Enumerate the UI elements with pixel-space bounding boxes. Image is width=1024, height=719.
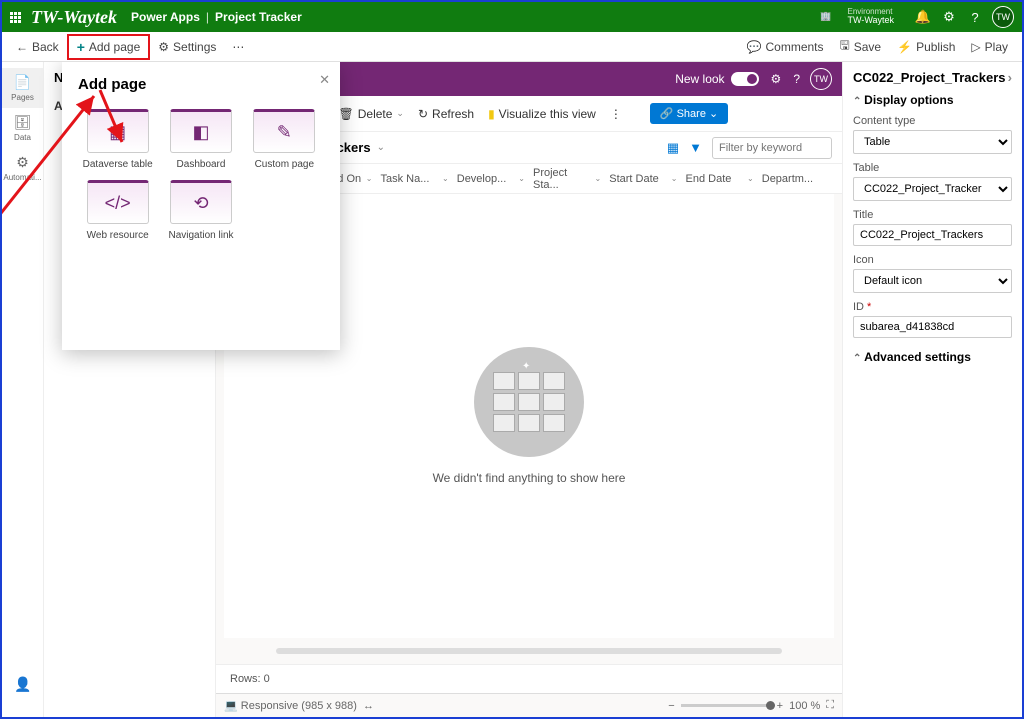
help-icon[interactable]: ? (962, 10, 988, 25)
gear-icon[interactable]: ⚙ (936, 9, 962, 25)
refresh-button[interactable]: ↻ Refresh (418, 107, 474, 121)
col-header[interactable]: Start Date⌄ (605, 173, 681, 185)
icon-select[interactable]: Default icon (853, 269, 1012, 293)
publish-button[interactable]: ⚡ Publish (889, 36, 963, 58)
status-bar: 💻 Responsive (985 x 988) ↔ −+ 100 % ⛶ (216, 693, 842, 717)
left-rail: 📄Pages 🗄Data ⚙Automati... (2, 62, 44, 717)
rail-pages[interactable]: 📄Pages (2, 68, 43, 108)
brand-logo: TW-Waytek (31, 7, 117, 28)
project-name: Project Tracker (215, 10, 302, 24)
props-expand-icon[interactable]: › (1008, 70, 1012, 85)
new-look-label: New look (675, 72, 724, 86)
close-icon[interactable]: ✕ (319, 72, 330, 88)
option-dashboard[interactable]: ◧Dashboard (161, 109, 240, 170)
option-navigation-link[interactable]: ⟲Navigation link (161, 180, 240, 241)
environment-picker[interactable]: 🏢 (820, 12, 831, 22)
advanced-settings-accordion[interactable]: Advanced settings (853, 350, 1012, 364)
col-header[interactable]: Task Na...⌄ (377, 173, 453, 185)
col-header[interactable]: Project Sta...⌄ (529, 167, 605, 191)
responsive-label: Responsive (985 x 988) (241, 700, 357, 712)
rail-data[interactable]: 🗄Data (2, 108, 43, 148)
settings-button[interactable]: ⚙Settings (150, 36, 224, 58)
suite-app: Power Apps (131, 10, 200, 24)
horizontal-scrollbar[interactable] (276, 648, 782, 654)
app-avatar[interactable]: TW (810, 68, 832, 90)
new-look-toggle[interactable] (731, 72, 759, 86)
command-bar: ← Back +Add page ⚙Settings ⋯ 💬 Comments … (2, 32, 1022, 62)
title-label: Title (853, 209, 1012, 221)
avatar[interactable]: TW (992, 6, 1014, 28)
fit-page-icon[interactable]: ⛶ (826, 699, 834, 712)
share-button[interactable]: 🔗 Share ⌄ (650, 103, 728, 124)
display-options-accordion[interactable]: Display options (853, 93, 1012, 107)
rail-automation[interactable]: ⚙Automati... (2, 148, 43, 188)
device-icon[interactable]: 💻 (224, 699, 238, 712)
empty-state-text: We didn't find anything to show here (433, 471, 626, 485)
icon-label: Icon (853, 254, 1012, 266)
col-header[interactable]: Develop...⌄ (453, 173, 529, 185)
popup-title: Add page (78, 76, 324, 93)
keyword-filter-input[interactable] (712, 137, 832, 159)
add-page-popup: ✕ Add page ▦Dataverse table ◧Dashboard ✎… (62, 62, 340, 350)
visualize-button[interactable]: ▮ Visualize this view (488, 107, 596, 121)
web-resource-icon: </> (87, 180, 149, 224)
title-input[interactable] (853, 224, 1012, 246)
col-header[interactable]: Departm... (758, 173, 834, 185)
environment-label[interactable]: Environment TW-Waytek (848, 8, 895, 27)
automation-icon: ⚙ (16, 154, 29, 171)
app-gear-icon[interactable]: ⚙ (771, 72, 782, 86)
zoom-control[interactable]: −+ 100 % ⛶ (668, 699, 834, 712)
id-label: ID (853, 301, 1012, 313)
content-type-select[interactable]: Table (853, 130, 1012, 154)
dashboard-icon: ◧ (170, 109, 232, 153)
play-button[interactable]: ▷ Play (963, 36, 1016, 58)
empty-state-illustration: ✦ (474, 347, 584, 457)
data-icon: 🗄 (14, 114, 32, 131)
option-web-resource[interactable]: </>Web resource (78, 180, 157, 241)
add-page-button[interactable]: +Add page (67, 34, 151, 60)
bell-icon[interactable]: 🔔 (910, 9, 936, 25)
option-dataverse-table[interactable]: ▦Dataverse table (78, 109, 157, 170)
custom-page-icon: ✎ (253, 109, 315, 153)
content-type-label: Content type (853, 115, 1012, 127)
more-button[interactable]: ⋯ (224, 36, 252, 58)
option-custom-page[interactable]: ✎Custom page (245, 109, 324, 170)
table-select[interactable]: CC022_Project_Tracker (853, 177, 1012, 201)
properties-panel: CC022_Project_Trackers› Display options … (842, 62, 1022, 717)
props-title: CC022_Project_Trackers› (853, 70, 1012, 85)
save-button[interactable]: 🖫 Save (832, 36, 890, 58)
delete-button[interactable]: 🗑 Delete ⌄ (339, 107, 404, 121)
row-count: Rows: 0 (216, 664, 842, 693)
suite-header: TW-Waytek Power Apps | Project Tracker 🏢… (2, 2, 1022, 32)
page-icon: 📄 (14, 74, 31, 91)
back-button[interactable]: ← Back (8, 36, 67, 58)
id-input[interactable] (853, 316, 1012, 338)
edit-columns-icon[interactable]: ▦ (667, 140, 679, 156)
toolbar-more[interactable]: ⋮ (610, 107, 622, 121)
waffle-icon[interactable] (10, 12, 21, 23)
fit-icon[interactable]: ↔ (363, 700, 374, 712)
user-settings-icon[interactable]: 👤 (2, 676, 44, 693)
col-header[interactable]: End Date⌄ (682, 173, 758, 185)
filter-icon[interactable]: ▼ (689, 140, 702, 155)
app-help-icon[interactable]: ? (793, 72, 800, 86)
chevron-down-icon[interactable]: ⌄ (377, 142, 385, 153)
table-icon: ▦ (87, 109, 149, 153)
table-label: Table (853, 162, 1012, 174)
comments-button[interactable]: 💬 Comments (739, 36, 832, 58)
nav-link-icon: ⟲ (170, 180, 232, 224)
zoom-label: 100 % (789, 700, 820, 712)
